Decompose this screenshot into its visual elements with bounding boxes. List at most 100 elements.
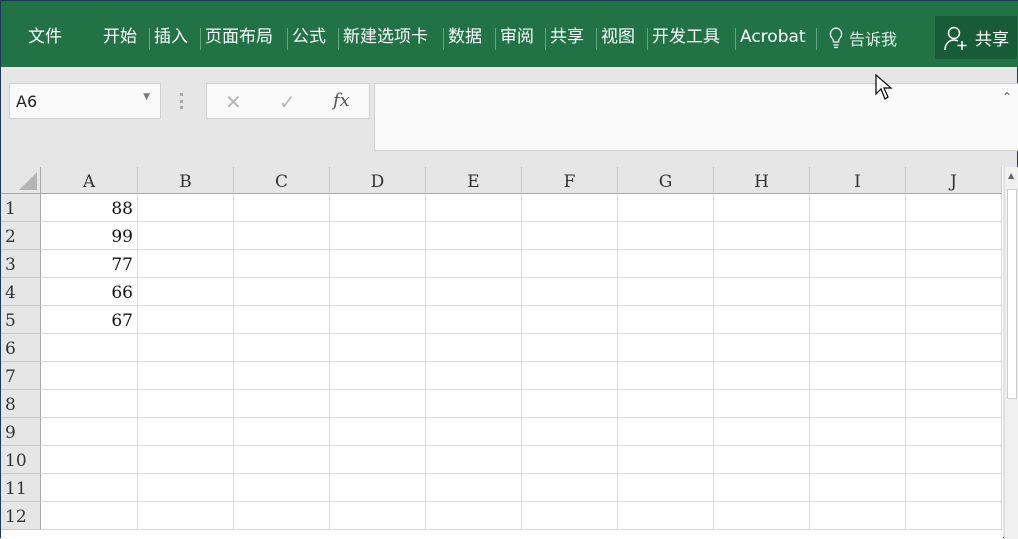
column-header-F[interactable]: F bbox=[522, 167, 618, 194]
grip-handle[interactable] bbox=[180, 93, 183, 109]
cell-B6[interactable] bbox=[138, 334, 234, 362]
tab-9[interactable]: 视图 bbox=[601, 25, 635, 49]
cell-E6[interactable] bbox=[426, 334, 522, 362]
cell-G5[interactable] bbox=[618, 306, 714, 334]
column-header-C[interactable]: C bbox=[234, 167, 330, 194]
cell-B10[interactable] bbox=[138, 446, 234, 474]
tab-4[interactable]: 公式 bbox=[292, 25, 326, 49]
cell-B1[interactable] bbox=[138, 194, 234, 222]
column-header-I[interactable]: I bbox=[810, 167, 906, 194]
row-header-7[interactable]: 7 bbox=[1, 362, 41, 390]
cell-H10[interactable] bbox=[714, 446, 810, 474]
row-header-8[interactable]: 8 bbox=[1, 390, 41, 418]
cell-E3[interactable] bbox=[426, 250, 522, 278]
cell-H7[interactable] bbox=[714, 362, 810, 390]
cell-H2[interactable] bbox=[714, 222, 810, 250]
row-header-4[interactable]: 4 bbox=[1, 278, 41, 306]
cell-F6[interactable] bbox=[522, 334, 618, 362]
cell-E12[interactable] bbox=[426, 502, 522, 530]
cell-C10[interactable] bbox=[234, 446, 330, 474]
cell-J12[interactable] bbox=[906, 502, 1002, 530]
tab-3[interactable]: 页面布局 bbox=[205, 25, 273, 49]
cell-H12[interactable] bbox=[714, 502, 810, 530]
cell-D12[interactable] bbox=[330, 502, 426, 530]
cell-C2[interactable] bbox=[234, 222, 330, 250]
cell-F8[interactable] bbox=[522, 390, 618, 418]
cell-E5[interactable] bbox=[426, 306, 522, 334]
tab-1[interactable]: 开始 bbox=[103, 25, 137, 49]
cell-A4[interactable]: 66 bbox=[41, 278, 138, 306]
cell-E1[interactable] bbox=[426, 194, 522, 222]
cell-C5[interactable] bbox=[234, 306, 330, 334]
cell-G10[interactable] bbox=[618, 446, 714, 474]
cell-F10[interactable] bbox=[522, 446, 618, 474]
scroll-up-icon[interactable]: ▲ bbox=[1008, 171, 1014, 180]
cell-D2[interactable] bbox=[330, 222, 426, 250]
cell-C11[interactable] bbox=[234, 474, 330, 502]
cell-B4[interactable] bbox=[138, 278, 234, 306]
cancel-icon[interactable]: ✕ bbox=[225, 90, 242, 114]
cell-E8[interactable] bbox=[426, 390, 522, 418]
cell-B7[interactable] bbox=[138, 362, 234, 390]
cell-J2[interactable] bbox=[906, 222, 1002, 250]
row-header-6[interactable]: 6 bbox=[1, 334, 41, 362]
insert-function-icon[interactable]: fx bbox=[333, 90, 350, 111]
cell-G11[interactable] bbox=[618, 474, 714, 502]
cell-I1[interactable] bbox=[810, 194, 906, 222]
cell-F3[interactable] bbox=[522, 250, 618, 278]
cell-I4[interactable] bbox=[810, 278, 906, 306]
cell-C7[interactable] bbox=[234, 362, 330, 390]
cell-D4[interactable] bbox=[330, 278, 426, 306]
cell-G6[interactable] bbox=[618, 334, 714, 362]
cell-G2[interactable] bbox=[618, 222, 714, 250]
cell-A9[interactable] bbox=[41, 418, 138, 446]
cell-F11[interactable] bbox=[522, 474, 618, 502]
cell-J1[interactable] bbox=[906, 194, 1002, 222]
cell-G1[interactable] bbox=[618, 194, 714, 222]
cell-C9[interactable] bbox=[234, 418, 330, 446]
cell-A7[interactable] bbox=[41, 362, 138, 390]
select-all-button[interactable] bbox=[1, 167, 41, 194]
column-header-A[interactable]: A bbox=[41, 167, 138, 194]
tab-6[interactable]: 数据 bbox=[448, 25, 482, 49]
row-header-3[interactable]: 3 bbox=[1, 250, 41, 278]
cell-B8[interactable] bbox=[138, 390, 234, 418]
tab-7[interactable]: 审阅 bbox=[500, 25, 534, 49]
cell-H9[interactable] bbox=[714, 418, 810, 446]
cell-E10[interactable] bbox=[426, 446, 522, 474]
tell-me-button[interactable]: 告诉我 bbox=[829, 26, 897, 50]
scroll-thumb[interactable] bbox=[1007, 189, 1017, 399]
cell-F1[interactable] bbox=[522, 194, 618, 222]
tab-5[interactable]: 新建选项卡 bbox=[343, 25, 428, 49]
cell-G7[interactable] bbox=[618, 362, 714, 390]
collapse-icon[interactable]: ⌃ bbox=[1002, 90, 1012, 104]
cell-A12[interactable] bbox=[41, 502, 138, 530]
cell-J8[interactable] bbox=[906, 390, 1002, 418]
cell-A5[interactable]: 67 bbox=[41, 306, 138, 334]
cell-A1[interactable]: 88 bbox=[41, 194, 138, 222]
column-header-G[interactable]: G bbox=[618, 167, 714, 194]
cell-E7[interactable] bbox=[426, 362, 522, 390]
cell-B11[interactable] bbox=[138, 474, 234, 502]
column-header-J[interactable]: J bbox=[906, 167, 1002, 194]
share-button[interactable]: 共享 bbox=[935, 16, 1017, 59]
tab-8[interactable]: 共享 bbox=[550, 25, 584, 49]
row-header-12[interactable]: 12 bbox=[1, 502, 41, 530]
cell-A10[interactable] bbox=[41, 446, 138, 474]
cell-E2[interactable] bbox=[426, 222, 522, 250]
cell-I12[interactable] bbox=[810, 502, 906, 530]
cell-J4[interactable] bbox=[906, 278, 1002, 306]
column-header-B[interactable]: B bbox=[138, 167, 234, 194]
row-header-10[interactable]: 10 bbox=[1, 446, 41, 474]
cell-J7[interactable] bbox=[906, 362, 1002, 390]
cell-A3[interactable]: 77 bbox=[41, 250, 138, 278]
cell-H11[interactable] bbox=[714, 474, 810, 502]
worksheet-grid[interactable]: A B C D E F G H I J 1 88 2 99 3 77 4 66 5 67 6 7 8 9 10 11 12 bbox=[1, 167, 1003, 539]
cell-H8[interactable] bbox=[714, 390, 810, 418]
cell-H6[interactable] bbox=[714, 334, 810, 362]
cell-E9[interactable] bbox=[426, 418, 522, 446]
cell-D6[interactable] bbox=[330, 334, 426, 362]
cell-J6[interactable] bbox=[906, 334, 1002, 362]
cell-E11[interactable] bbox=[426, 474, 522, 502]
column-header-D[interactable]: D bbox=[330, 167, 426, 194]
